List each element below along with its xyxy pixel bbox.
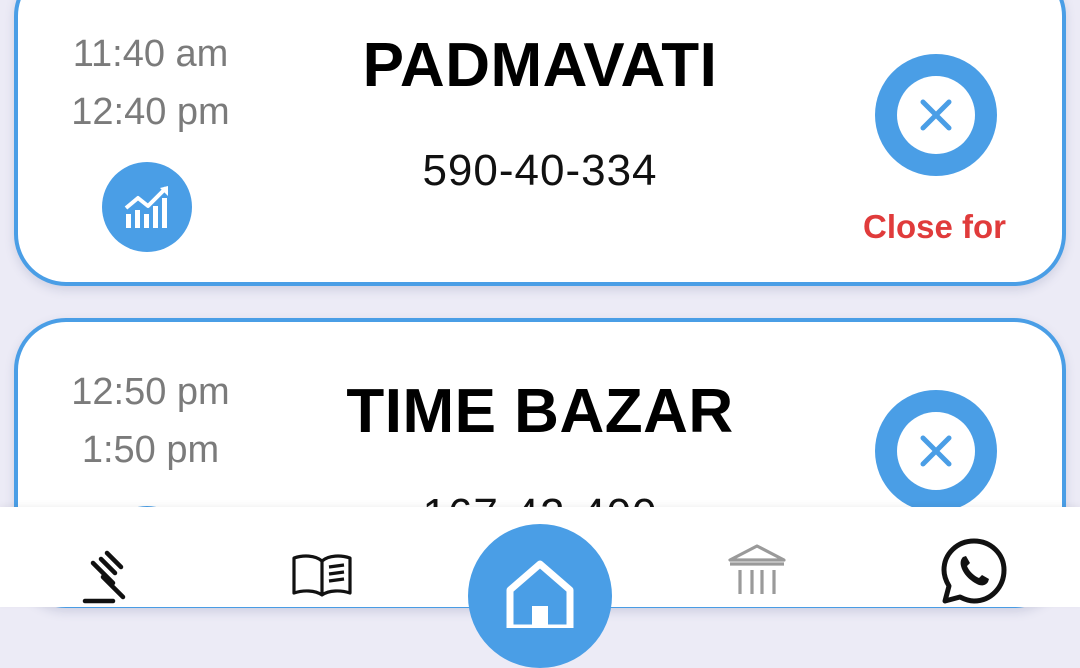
closed-button[interactable]: [875, 54, 997, 176]
bank-icon: [728, 544, 786, 594]
close-x-icon: [920, 99, 952, 131]
book-icon: [292, 554, 352, 597]
home-icon: [506, 560, 574, 628]
gavel-icon: [82, 550, 126, 604]
home-button[interactable]: [468, 524, 612, 668]
closed-button[interactable]: [875, 390, 997, 512]
whatsapp-icon: [941, 538, 1007, 604]
market-card[interactable]: 11:40 am 12:40 pm PADMAVATI 590-40-334 C…: [14, 0, 1066, 286]
close-circle: [897, 76, 975, 154]
close-circle: [897, 412, 975, 490]
market-name: PADMAVATI: [362, 31, 718, 100]
chart-button[interactable]: [102, 162, 192, 252]
nav-item-book[interactable]: [286, 545, 358, 605]
nav-item-whatsapp[interactable]: [936, 535, 1012, 607]
market-number: 590-40-334: [422, 146, 658, 195]
nav-item-gavel[interactable]: [72, 543, 144, 607]
status-text: Close for: [863, 208, 1007, 245]
nav-item-bank[interactable]: [722, 539, 792, 605]
market-name: TIME BAZAR: [346, 377, 734, 446]
chart-growth-icon: [124, 186, 168, 228]
close-x-icon: [920, 435, 952, 467]
